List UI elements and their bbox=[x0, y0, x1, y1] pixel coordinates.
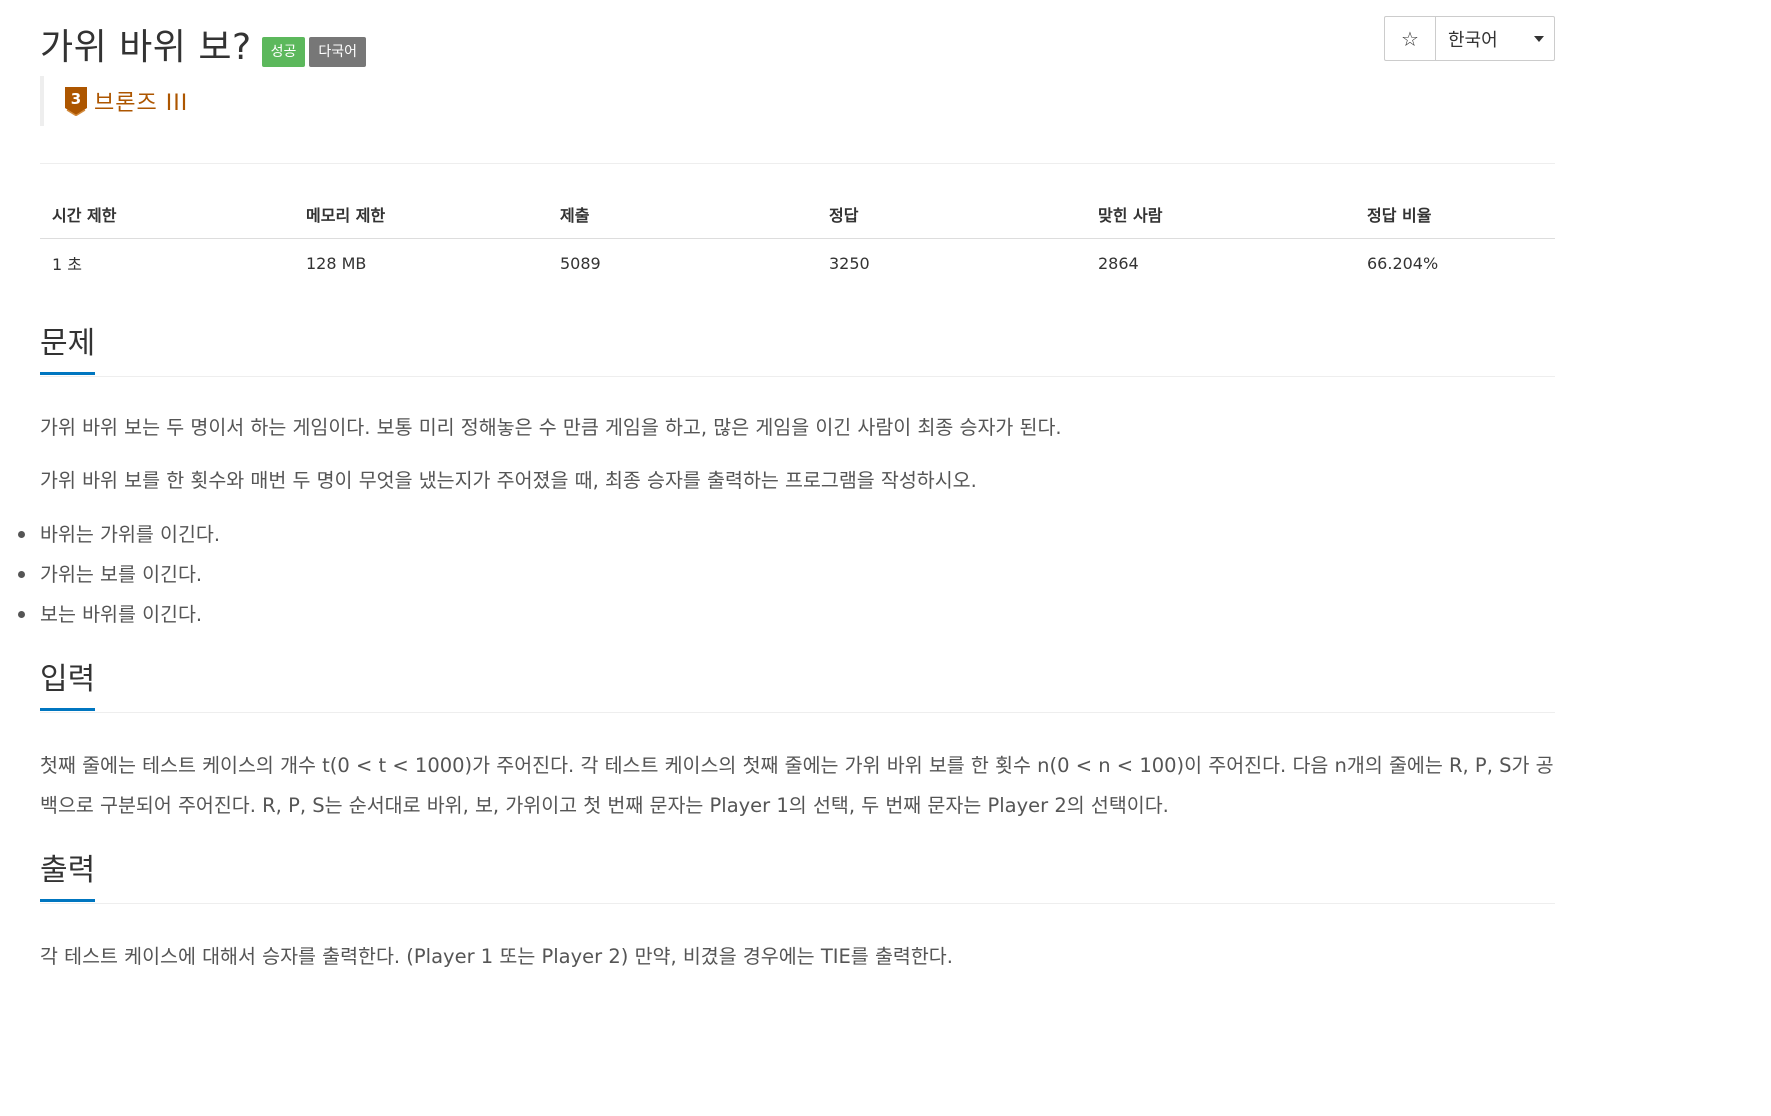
top-controls: ☆ 한국어 bbox=[1384, 16, 1555, 61]
list-item: 보는 바위를 이긴다. bbox=[17, 595, 220, 635]
list-item: 가위는 보를 이긴다. bbox=[17, 555, 220, 595]
header-time-limit: 시간 제한 bbox=[40, 190, 294, 239]
memory-limit-value: 128 MB bbox=[306, 253, 367, 273]
problem-title: 가위 바위 보? bbox=[40, 27, 252, 68]
problem-section-title: 문제 bbox=[40, 326, 96, 375]
list-item: 바위는 가위를 이긴다. bbox=[17, 515, 220, 555]
header-solvers: 맞힌 사람 bbox=[1086, 190, 1355, 239]
problem-section-header: 문제 bbox=[40, 326, 1555, 377]
bronze-tier-icon: 3 bbox=[65, 87, 87, 116]
table-header-row: 시간 제한 메모리 제한 제출 정답 맞힌 사람 정답 비율 bbox=[40, 190, 1555, 239]
table-row: 1 초 128 MB 5089 3250 2864 66.204% bbox=[40, 239, 1555, 288]
problem-info-table: 시간 제한 메모리 제한 제출 정답 맞힌 사람 정답 비율 1 초 128 M… bbox=[40, 190, 1555, 287]
language-label: 한국어 bbox=[1448, 29, 1498, 51]
tier-number: 3 bbox=[71, 90, 81, 108]
header-memory-limit: 메모리 제한 bbox=[294, 190, 548, 239]
star-icon: ☆ bbox=[1401, 26, 1419, 51]
header-accepted: 정답 bbox=[817, 190, 1086, 239]
tier-block: 3 브론즈 III bbox=[40, 76, 188, 126]
header-submissions: 제출 bbox=[548, 190, 817, 239]
caret-down-icon bbox=[1534, 35, 1544, 42]
header-accept-ratio: 정답 비율 bbox=[1355, 190, 1555, 239]
input-description: 첫째 줄에는 테스트 케이스의 개수 t(0 < t < 1000)가 주어진다… bbox=[40, 754, 1554, 817]
accepted-value: 3250 bbox=[829, 253, 870, 273]
problem-paragraph-2: 가위 바위 보를 한 횟수와 매번 두 명이 무엇을 냈는지가 주어졌을 때, … bbox=[40, 469, 977, 492]
tier-link[interactable]: 브론즈 III bbox=[94, 85, 188, 117]
output-section-title: 출력 bbox=[40, 853, 96, 902]
accept-ratio-value: 66.204% bbox=[1367, 253, 1439, 273]
solvers-value: 2864 bbox=[1098, 253, 1139, 273]
language-dropdown[interactable]: 한국어 bbox=[1436, 17, 1554, 60]
success-badge[interactable]: 성공 bbox=[261, 37, 306, 67]
title-row: 가위 바위 보? 성공 다국어 bbox=[40, 14, 367, 74]
output-description: 각 테스트 케이스에 대해서 승자를 출력한다. (Player 1 또는 Pl… bbox=[40, 945, 953, 968]
input-section-header: 입력 bbox=[40, 662, 1555, 713]
time-limit-value: 1 초 bbox=[52, 255, 82, 274]
multilingual-badge[interactable]: 다국어 bbox=[309, 37, 367, 67]
input-section-title: 입력 bbox=[40, 662, 96, 711]
output-section-header: 출력 bbox=[40, 853, 1555, 904]
submissions-value: 5089 bbox=[560, 253, 601, 273]
favorite-button[interactable]: ☆ bbox=[1385, 17, 1436, 60]
header-divider bbox=[40, 163, 1555, 164]
problem-paragraph-1: 가위 바위 보는 두 명이서 하는 게임이다. 보통 미리 정해놓은 수 만큼 … bbox=[40, 416, 1062, 439]
rules-list: 바위는 가위를 이긴다. 가위는 보를 이긴다. 보는 바위를 이긴다. bbox=[17, 515, 220, 635]
